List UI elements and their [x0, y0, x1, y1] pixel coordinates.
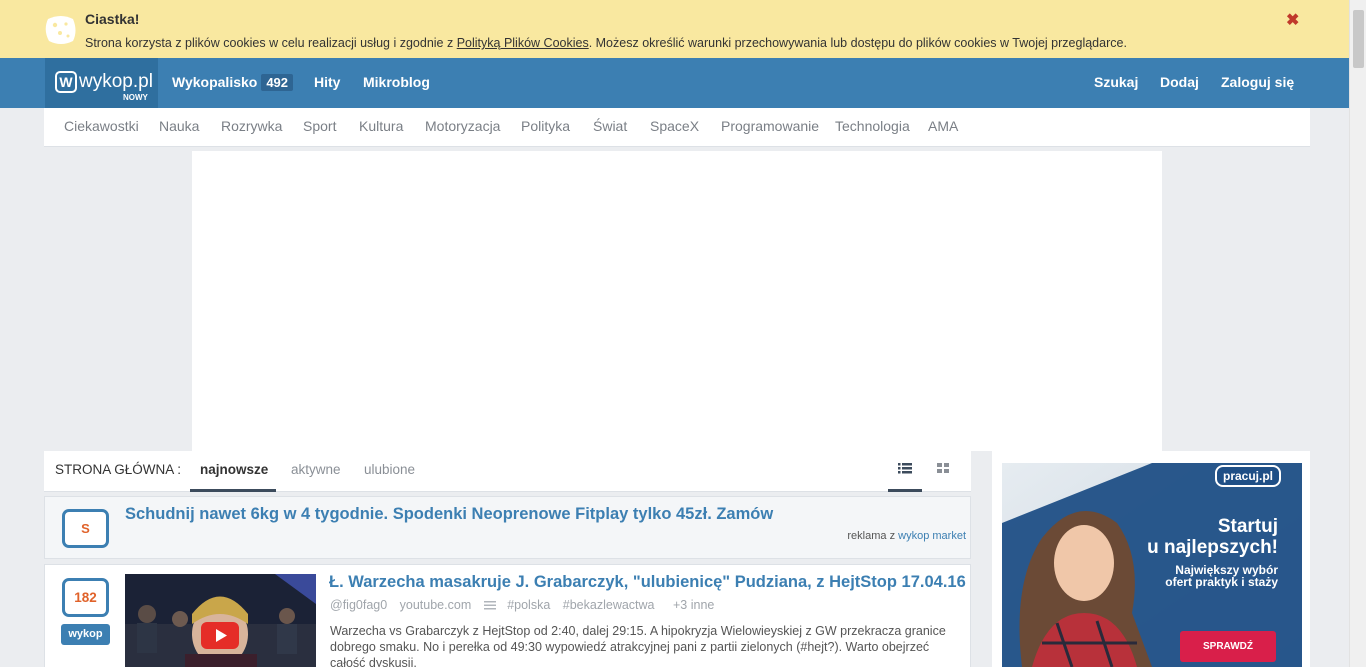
nav-mikroblog[interactable]: Mikroblog — [363, 74, 430, 90]
entry-tag[interactable]: #bekazlewactwa — [563, 598, 655, 612]
list-view-button[interactable] — [888, 459, 922, 492]
nav-wykopalisko[interactable]: Wykopalisko 492 — [172, 74, 294, 91]
category-technologia[interactable]: Technologia — [835, 118, 910, 134]
cookie-title: Ciastka! — [85, 11, 140, 27]
tab-najnowsze[interactable]: najnowsze — [200, 462, 268, 477]
video-thumbnail-image — [125, 574, 316, 667]
close-icon[interactable]: ✖ — [1286, 10, 1299, 30]
play-icon — [201, 622, 239, 649]
category-rozrywka[interactable]: Rozrywka — [221, 118, 282, 134]
ad-placeholder — [192, 151, 1162, 451]
category-ama[interactable]: AMA — [928, 118, 958, 134]
link-entry: 182 wykop Ł. Warzecha masakruje J. Graba… — [44, 564, 971, 667]
ad-attribution: reklama z wykop market — [847, 530, 966, 542]
wykopalisko-count-badge: 492 — [261, 74, 294, 91]
category-sport[interactable]: Sport — [303, 118, 336, 134]
nav-hity[interactable]: Hity — [314, 74, 340, 90]
nav-dodaj[interactable]: Dodaj — [1160, 74, 1199, 90]
entry-source[interactable]: youtube.com — [400, 598, 472, 612]
wykop-market-link[interactable]: wykop market — [898, 530, 966, 542]
nav-szukaj[interactable]: Szukaj — [1094, 74, 1138, 90]
listing-tabs: STRONA GŁÓWNA : najnowsze aktywne ulubio… — [44, 451, 971, 492]
category-programowanie[interactable]: Programowanie — [721, 118, 819, 134]
tags-icon — [483, 601, 496, 610]
cookie-icon — [45, 16, 76, 44]
cookie-text: Strona korzysta z plików cookies w celu … — [85, 36, 1127, 50]
cookie-banner: Ciastka! Strona korzysta z plików cookie… — [0, 0, 1349, 58]
category-motoryzacja[interactable]: Motoryzacja — [425, 118, 500, 134]
logo-text: wykop.pl — [79, 71, 153, 92]
cookie-text-before: Strona korzysta z plików cookies w celu … — [85, 36, 457, 50]
entry-tag[interactable]: #polska — [507, 598, 550, 612]
vote-count: 182 — [62, 578, 109, 617]
pracuj-ad-banner[interactable]: pracuj.pl Startuj u najlepszych! Najwięk… — [1002, 463, 1302, 667]
category-nauka[interactable]: Nauka — [159, 118, 199, 134]
nav-zaloguj[interactable]: Zaloguj się — [1221, 74, 1294, 90]
wykop-vote-button[interactable]: wykop — [61, 624, 110, 645]
entry-title-link[interactable]: Ł. Warzecha masakruje J. Grabarczyk, "ul… — [329, 573, 966, 592]
entry-thumbnail[interactable] — [125, 574, 316, 667]
nav-wykopalisko-label: Wykopalisko — [172, 74, 258, 90]
entry-author[interactable]: @fig0fag0 — [330, 598, 387, 612]
tab-aktywne[interactable]: aktywne — [291, 462, 341, 477]
more-tags-link[interactable]: +3 inne — [673, 598, 714, 612]
entry-meta: @fig0fag0 youtube.com #polska #bekazlewa… — [330, 598, 723, 612]
logo[interactable]: W wykop.pl NOWY — [45, 58, 158, 108]
category-bar: Ciekawostki Nauka Rozrywka Sport Kultura… — [44, 108, 1310, 147]
section-label: STRONA GŁÓWNA : — [55, 462, 182, 477]
top-navbar: W wykop.pl NOWY Wykopalisko 492 Hity Mikr… — [0, 58, 1349, 108]
banner-sub-2: ofert praktyk i staży — [1165, 575, 1278, 589]
sponsored-entry: S Schudnij nawet 6kg w 4 tygodnie. Spode… — [44, 496, 971, 559]
active-tab-indicator — [190, 489, 276, 492]
banner-cta-button[interactable]: SPRAWDŹ — [1180, 631, 1276, 662]
cookie-policy-link[interactable]: Polityką Plików Cookies — [457, 36, 589, 50]
category-ciekawostki[interactable]: Ciekawostki — [64, 118, 139, 134]
entry-description: Warzecha vs Grabarczyk z HejtStop od 2:4… — [330, 624, 946, 667]
logo-sub: NOWY — [123, 93, 148, 102]
sponsored-title-link[interactable]: Schudnij nawet 6kg w 4 tygodnie. Spodenk… — [125, 505, 773, 524]
cookie-text-after: . Możesz określić warunki przechowywania… — [588, 36, 1127, 50]
grid-view-button[interactable] — [926, 459, 960, 492]
category-kultura[interactable]: Kultura — [359, 118, 403, 134]
scrollbar-thumb[interactable] — [1353, 10, 1364, 68]
tab-ulubione[interactable]: ulubione — [364, 462, 415, 477]
ad-attribution-prefix: reklama z — [847, 530, 899, 542]
list-view-icon — [898, 463, 912, 474]
category-polityka[interactable]: Polityka — [521, 118, 570, 134]
category-swiat[interactable]: Świat — [593, 118, 627, 134]
wykop-logo-icon: W — [55, 71, 77, 93]
scrollbar[interactable] — [1349, 0, 1366, 667]
category-spacex[interactable]: SpaceX — [650, 118, 699, 134]
banner-headline-2: u najlepszych! — [1147, 537, 1278, 558]
sponsored-badge: S — [62, 509, 109, 548]
pracuj-logo: pracuj.pl — [1215, 465, 1282, 487]
banner-headline-1: Startuj — [1217, 516, 1278, 537]
grid-view-icon — [937, 463, 949, 473]
